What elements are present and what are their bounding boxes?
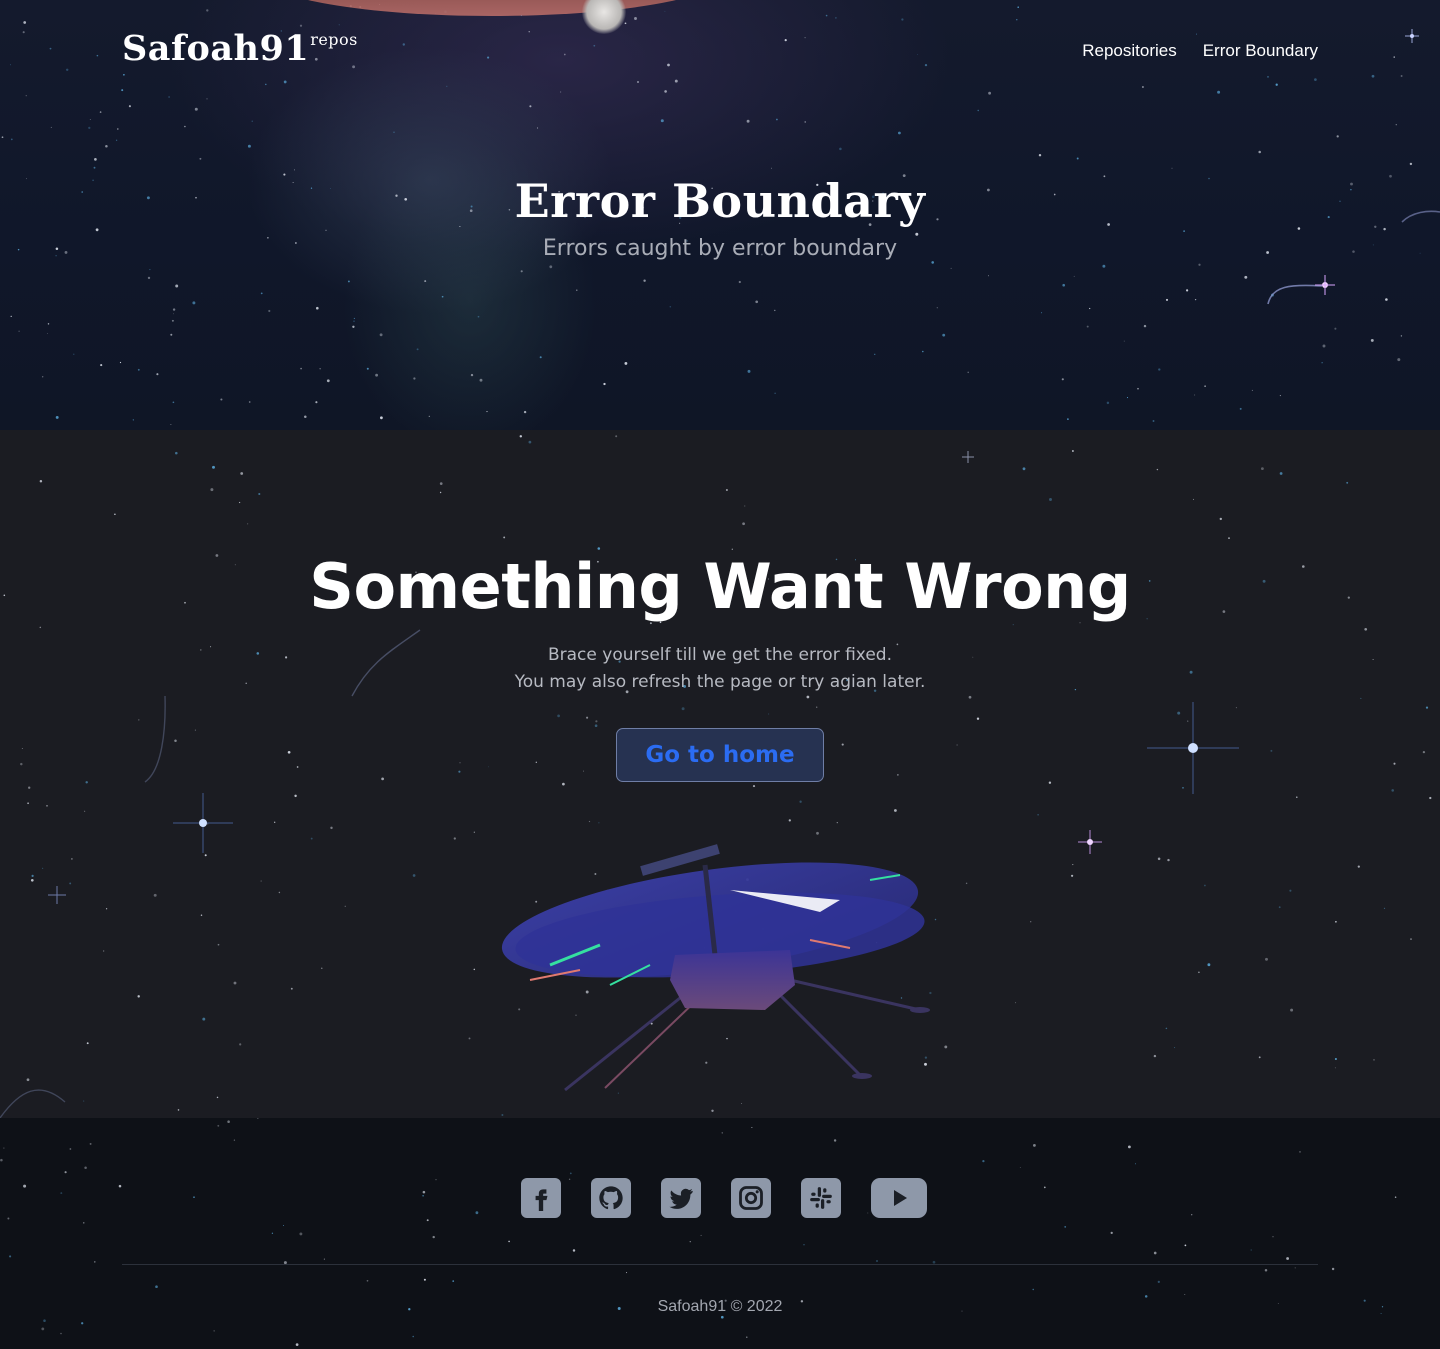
github-icon[interactable] <box>591 1178 631 1218</box>
error-message: Brace yourself till we get the error fix… <box>0 642 1440 696</box>
helicopter-illustration <box>501 844 930 1092</box>
error-message-line-2: You may also refresh the page or try agi… <box>514 672 926 692</box>
top-navbar: Safoah91repos Repositories Error Boundar… <box>122 28 1318 72</box>
site-footer: Safoah91 © 2022 <box>0 1118 1440 1349</box>
social-links <box>521 1178 927 1218</box>
instagram-icon[interactable] <box>731 1178 771 1218</box>
error-title: Something Want Wrong <box>309 550 1131 623</box>
page-title: Error Boundary <box>514 174 926 228</box>
copyright-text: Safoah91 © 2022 <box>657 1298 783 1315</box>
youtube-icon[interactable] <box>871 1178 927 1218</box>
nav-link-repositories[interactable]: Repositories <box>1082 41 1177 61</box>
hero-banner: Safoah91repos Repositories Error Boundar… <box>0 0 1440 430</box>
go-to-home-button[interactable]: Go to home <box>616 728 824 782</box>
logo-superscript: repos <box>310 30 358 50</box>
nav-link-error-boundary[interactable]: Error Boundary <box>1203 41 1318 61</box>
nav-links: Repositories Error Boundary <box>1082 41 1318 61</box>
slack-icon[interactable] <box>801 1178 841 1218</box>
error-section: Something Want Wrong Brace yourself till… <box>0 430 1440 1118</box>
planet-illustration <box>262 0 722 16</box>
page-subtitle: Errors caught by error boundary <box>542 236 898 261</box>
twitter-icon[interactable] <box>661 1178 701 1218</box>
facebook-icon[interactable] <box>521 1178 561 1218</box>
site-logo[interactable]: Safoah91repos <box>122 28 358 69</box>
error-message-line-1: Brace yourself till we get the error fix… <box>547 645 893 665</box>
footer-divider <box>122 1264 1318 1265</box>
